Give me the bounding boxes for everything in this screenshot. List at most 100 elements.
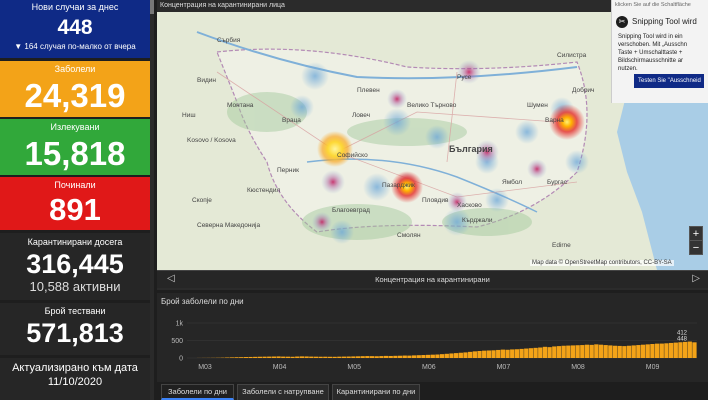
bar[interactable]	[566, 345, 571, 358]
bar[interactable]	[510, 349, 515, 358]
bar[interactable]	[519, 348, 524, 358]
bar[interactable]	[407, 355, 412, 358]
bar[interactable]	[584, 344, 590, 358]
bar[interactable]	[276, 356, 281, 358]
bar[interactable]	[575, 345, 580, 358]
bar[interactable]	[383, 355, 389, 358]
bar[interactable]	[580, 345, 585, 358]
bar[interactable]	[468, 351, 473, 358]
bar[interactable]	[318, 356, 323, 358]
bar[interactable]	[355, 356, 361, 358]
bar[interactable]	[598, 344, 604, 358]
bar[interactable]	[304, 356, 309, 358]
snipping-tool-notification[interactable]: klicken Sie auf die Schaltfläche ✂ Snipp…	[611, 0, 708, 103]
bar[interactable]	[341, 356, 347, 358]
bar[interactable]	[486, 350, 491, 358]
carousel-next-icon[interactable]: ▷	[692, 273, 700, 284]
bar[interactable]	[388, 355, 393, 358]
bar[interactable]	[524, 348, 529, 358]
bar[interactable]	[673, 342, 678, 358]
bar[interactable]	[626, 345, 632, 358]
bar[interactable]	[500, 349, 506, 358]
tab-daily-quarantined[interactable]: Карантинирани по дни	[332, 384, 420, 400]
sidebar-scrollbar[interactable]	[150, 0, 154, 400]
bar[interactable]	[645, 344, 650, 358]
bar[interactable]	[589, 344, 594, 358]
bar[interactable]	[496, 349, 501, 358]
bar[interactable]	[458, 352, 463, 358]
bar[interactable]	[411, 355, 417, 358]
bar[interactable]	[253, 356, 258, 358]
tab-cumulative-cases[interactable]: Заболели с натрупване	[237, 384, 329, 400]
bar[interactable]	[659, 343, 664, 358]
bar[interactable]	[309, 356, 314, 358]
bar[interactable]	[650, 344, 655, 358]
bar[interactable]	[682, 341, 688, 358]
bar[interactable]	[631, 345, 636, 358]
bar[interactable]	[556, 346, 562, 358]
bar[interactable]	[327, 356, 333, 358]
bar[interactable]	[402, 355, 407, 358]
bar[interactable]	[640, 344, 646, 358]
bar[interactable]	[463, 352, 468, 358]
bar[interactable]	[332, 356, 337, 358]
bar[interactable]	[570, 345, 576, 358]
bar[interactable]	[365, 356, 370, 358]
toast-try-button[interactable]: Testen Sie "Ausschneid	[634, 74, 704, 88]
bar[interactable]	[636, 345, 641, 358]
bar[interactable]	[528, 348, 534, 358]
bar[interactable]	[491, 350, 496, 358]
bar[interactable]	[281, 356, 286, 358]
daily-cases-chart[interactable]: 1k5000M03 M04 M05 M06 M07 M08 M09412448	[157, 293, 708, 382]
bar[interactable]	[262, 356, 267, 358]
bar[interactable]	[323, 356, 328, 358]
bar[interactable]	[547, 347, 552, 358]
bar[interactable]	[374, 356, 379, 358]
bar[interactable]	[687, 341, 692, 358]
bar[interactable]	[668, 342, 674, 358]
bar[interactable]	[257, 356, 263, 358]
bar[interactable]	[477, 351, 482, 358]
bar[interactable]	[449, 353, 454, 358]
bar[interactable]	[692, 342, 697, 358]
bar[interactable]	[421, 355, 426, 358]
bar[interactable]	[299, 356, 305, 358]
bar[interactable]	[248, 356, 253, 358]
bar[interactable]	[603, 345, 608, 358]
bar[interactable]	[617, 345, 622, 358]
bar[interactable]	[542, 346, 548, 358]
zoom-out-button[interactable]: −	[690, 241, 702, 255]
bar[interactable]	[482, 350, 487, 358]
bar[interactable]	[234, 357, 239, 358]
bar[interactable]	[351, 356, 356, 358]
bar[interactable]	[664, 343, 669, 358]
tab-daily-cases[interactable]: Заболели по дни	[161, 384, 234, 400]
bar[interactable]	[285, 356, 291, 358]
bar[interactable]	[295, 356, 300, 358]
bar[interactable]	[514, 349, 520, 358]
bar[interactable]	[454, 353, 459, 358]
bar[interactable]	[444, 353, 449, 358]
zoom-in-button[interactable]: +	[690, 227, 702, 241]
bar[interactable]	[379, 356, 384, 358]
bar[interactable]	[229, 357, 234, 358]
bar[interactable]	[594, 344, 599, 358]
bar[interactable]	[393, 355, 398, 358]
bar[interactable]	[430, 354, 435, 358]
bar[interactable]	[337, 356, 342, 358]
bar[interactable]	[271, 356, 277, 358]
bar[interactable]	[608, 345, 613, 358]
bar[interactable]	[360, 356, 365, 358]
bar[interactable]	[654, 343, 660, 358]
sidebar-scrollbar-thumb[interactable]	[150, 0, 154, 14]
bar[interactable]	[369, 356, 375, 358]
bar[interactable]	[267, 356, 272, 358]
bar[interactable]	[243, 357, 249, 358]
bar[interactable]	[397, 355, 403, 358]
bar[interactable]	[622, 346, 627, 358]
bar[interactable]	[533, 347, 538, 358]
bar[interactable]	[561, 345, 566, 358]
bar[interactable]	[538, 347, 543, 359]
bar[interactable]	[416, 355, 421, 358]
bar[interactable]	[346, 356, 351, 358]
